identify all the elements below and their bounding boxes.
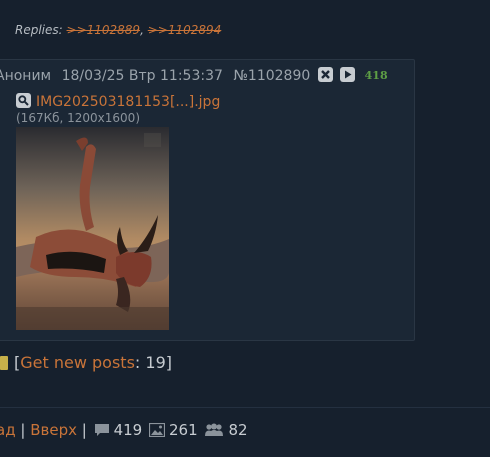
- post-reply-counter: 418: [364, 69, 388, 82]
- scroll-up-link[interactable]: Вверх: [30, 421, 77, 439]
- get-new-colon: :: [134, 353, 141, 372]
- images-count: 261: [169, 421, 198, 439]
- reply-link-1102894[interactable]: >>1102894: [148, 23, 222, 37]
- post-number-link[interactable]: №1102890: [233, 68, 310, 84]
- file-meta: (167Кб, 1200x1600): [16, 111, 140, 125]
- users-count: 82: [228, 421, 248, 439]
- post-header: Аноним 18/03/25 Втр 11:53:37 №1102890 41…: [0, 67, 388, 84]
- autorefresh-icon[interactable]: [0, 356, 8, 370]
- back-link[interactable]: ад: [0, 421, 16, 439]
- replies-line: Replies: >>1102889, >>1102894: [15, 23, 221, 37]
- get-new-posts-link[interactable]: Get new posts: [20, 353, 135, 372]
- footer-divider: [0, 407, 490, 408]
- hide-post-icon[interactable]: [317, 67, 333, 82]
- post-weekday: Втр: [128, 68, 156, 84]
- search-image-icon[interactable]: [16, 93, 31, 108]
- file-line: IMG202503181153[...].jpg: [16, 93, 220, 110]
- replies-label: Replies:: [15, 23, 63, 37]
- post-card: Аноним 18/03/25 Втр 11:53:37 №1102890 41…: [0, 59, 415, 341]
- reply-link-1102889[interactable]: >>1102889: [67, 23, 141, 37]
- post-author: Аноним: [0, 68, 52, 84]
- thread-footer: ад | Вверх | 419 261 82: [0, 421, 248, 441]
- footer-separator-1: |: [20, 421, 26, 439]
- posts-count: 419: [113, 421, 143, 439]
- post-time: 11:53:37: [160, 68, 223, 84]
- posts-count-icon: [94, 423, 110, 441]
- images-count-icon: [148, 422, 166, 441]
- new-posts-count: 19: [145, 353, 166, 372]
- get-new-posts-bar: [Get new posts: 19]: [0, 353, 172, 372]
- replies-separator: ,: [140, 23, 144, 37]
- close-bracket: ]: [165, 353, 172, 372]
- post-date: 18/03/25: [61, 68, 125, 84]
- users-count-icon: [204, 423, 224, 441]
- image-thumbnail[interactable]: [16, 127, 169, 330]
- expand-play-icon[interactable]: [340, 67, 356, 82]
- footer-separator-2: |: [81, 421, 87, 439]
- file-name-link[interactable]: IMG202503181153[...].jpg: [36, 94, 220, 110]
